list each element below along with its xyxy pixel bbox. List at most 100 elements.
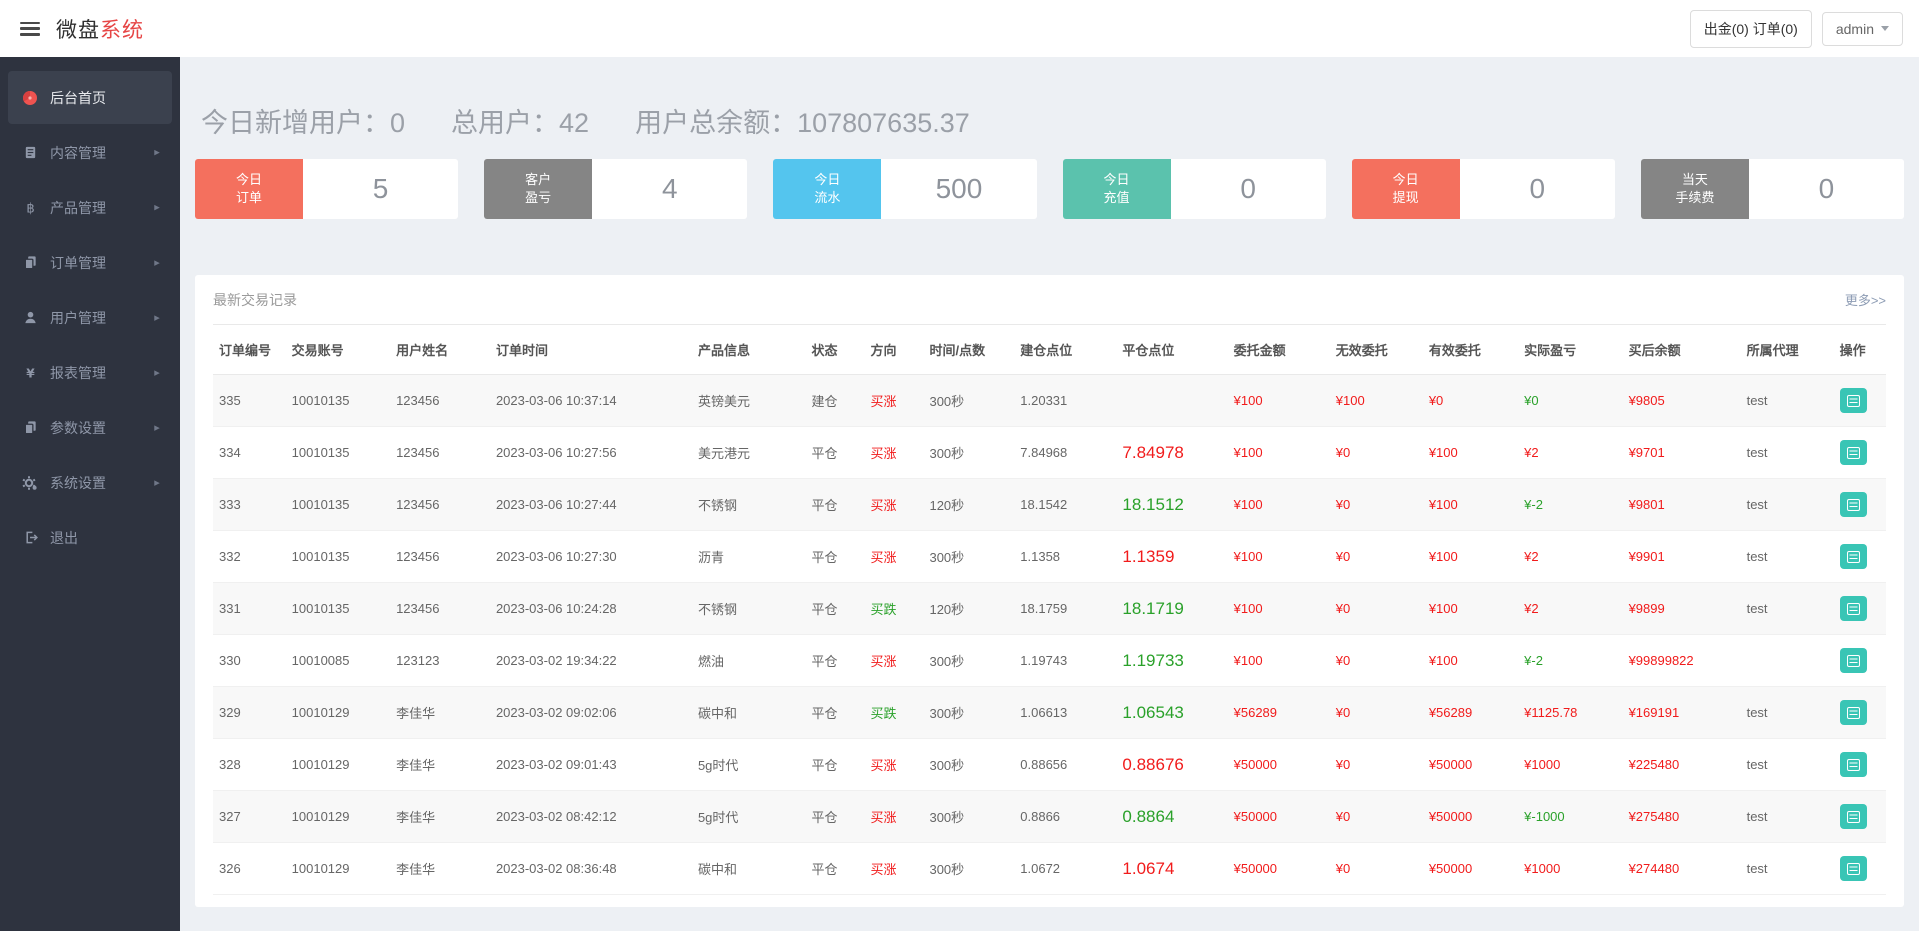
table-row: 32610010129李佳华2023-03-02 08:36:48碳中和平仓买涨… <box>213 843 1886 895</box>
yen-icon: ¥ <box>20 365 40 381</box>
cell-product: 5g时代 <box>692 739 805 791</box>
cell-open_point: 1.06613 <box>1014 687 1116 739</box>
cell-open_point: 18.1542 <box>1014 479 1116 531</box>
stat-total-users: 总用户：42 <box>451 101 589 140</box>
cell-product: 燃油 <box>692 635 805 687</box>
cell-close_point: 1.06543 <box>1116 687 1227 739</box>
row-detail-button[interactable] <box>1840 700 1867 725</box>
row-detail-button[interactable] <box>1840 804 1867 829</box>
cell-agent: test <box>1741 479 1834 531</box>
table-row: 330100100851231232023-03-02 19:34:22燃油平仓… <box>213 635 1886 687</box>
row-detail-button[interactable] <box>1840 752 1867 777</box>
sidebar-item-orders[interactable]: 订单管理▶ <box>8 236 172 289</box>
cell-amount: ¥56289 <box>1228 687 1330 739</box>
cell-account: 10010129 <box>286 791 390 843</box>
sidebar-item-logout[interactable]: 退出 <box>8 511 172 564</box>
cell-balance: ¥274480 <box>1623 843 1741 895</box>
stat-cards: 今日订单5客户盈亏4今日流水500今日充值0今日提现0当天手续费0 <box>195 159 1904 219</box>
table-header-row: 订单编号交易账号用户姓名订单时间产品信息状态方向时间/点数建仓点位平仓点位委托金… <box>213 325 1886 375</box>
column-header-order_id: 订单编号 <box>213 325 286 375</box>
sidebar-item-gear[interactable]: 系统设置▶ <box>8 456 172 509</box>
row-detail-button[interactable] <box>1840 856 1867 881</box>
cell-balance: ¥9701 <box>1623 427 1741 479</box>
sidebar-item-user[interactable]: 用户管理▶ <box>8 291 172 344</box>
cell-product: 沥青 <box>692 531 805 583</box>
stat-card: 今日流水500 <box>773 159 1036 219</box>
cell-close_point: 1.1359 <box>1116 531 1227 583</box>
stat-card-label: 当天手续费 <box>1641 159 1749 219</box>
stat-card: 今日充值0 <box>1063 159 1326 219</box>
stat-card-value: 4 <box>592 159 747 219</box>
topbar-right: 出金(0) 订单(0) admin <box>1690 10 1903 48</box>
row-detail-button[interactable] <box>1840 440 1867 465</box>
sidebar-item-label: 内容管理 <box>50 143 106 163</box>
cell-profit: ¥1125.78 <box>1518 687 1622 739</box>
chevron-right-icon: ▶ <box>154 423 160 431</box>
cell-username: 123456 <box>390 427 490 479</box>
cell-username: 123123 <box>390 635 490 687</box>
topbar: 微盘系统 出金(0) 订单(0) admin <box>0 0 1919 57</box>
chevron-right-icon: ▶ <box>154 148 160 156</box>
trades-table: 订单编号交易账号用户姓名订单时间产品信息状态方向时间/点数建仓点位平仓点位委托金… <box>213 324 1886 895</box>
table-row: 333100101351234562023-03-06 10:27:44不锈钢平… <box>213 479 1886 531</box>
chevron-right-icon: ▶ <box>154 313 160 321</box>
cell-username: 123456 <box>390 479 490 531</box>
cell-username: 123456 <box>390 531 490 583</box>
cell-status: 平仓 <box>805 479 864 531</box>
more-link[interactable]: 更多>> <box>1845 290 1886 309</box>
cell-account: 10010135 <box>286 531 390 583</box>
column-header-agent: 所属代理 <box>1741 325 1834 375</box>
cell-status: 平仓 <box>805 583 864 635</box>
stat-card-label: 今日订单 <box>195 159 303 219</box>
column-header-product: 产品信息 <box>692 325 805 375</box>
sidebar-item-label: 订单管理 <box>50 253 106 273</box>
cell-invalid_amount: ¥0 <box>1330 427 1423 479</box>
stat-card-label: 今日充值 <box>1063 159 1171 219</box>
cell-profit: ¥1000 <box>1518 843 1622 895</box>
cell-open_point: 1.19743 <box>1014 635 1116 687</box>
column-header-profit: 实际盈亏 <box>1518 325 1622 375</box>
stat-card-value: 0 <box>1460 159 1615 219</box>
cell-direction: 买跌 <box>864 583 923 635</box>
cell-invalid_amount: ¥0 <box>1330 843 1423 895</box>
row-detail-button[interactable] <box>1840 492 1867 517</box>
stat-card-value: 0 <box>1171 159 1326 219</box>
admin-menu-button[interactable]: admin <box>1822 12 1903 46</box>
row-detail-button[interactable] <box>1840 648 1867 673</box>
cell-status: 平仓 <box>805 739 864 791</box>
cell-agent: test <box>1741 427 1834 479</box>
cell-amount: ¥100 <box>1228 427 1330 479</box>
cell-product: 美元港元 <box>692 427 805 479</box>
cell-order_time: 2023-03-02 08:36:48 <box>490 843 692 895</box>
sidebar-item-yen[interactable]: ¥报表管理▶ <box>8 346 172 399</box>
cell-agent: test <box>1741 687 1834 739</box>
cell-username: 李佳华 <box>390 843 490 895</box>
cell-order_id: 331 <box>213 583 286 635</box>
sidebar-item-content[interactable]: 内容管理 ▶ <box>8 126 172 179</box>
menu-toggle-icon[interactable] <box>20 22 40 36</box>
cell-order_id: 329 <box>213 687 286 739</box>
stat-card: 客户盈亏4 <box>484 159 747 219</box>
cell-action <box>1834 583 1886 635</box>
withdraw-orders-button[interactable]: 出金(0) 订单(0) <box>1690 10 1812 48</box>
cell-amount: ¥50000 <box>1228 739 1330 791</box>
main-content: 今日新增用户：0 总用户：42 用户总余额：107807635.37 今日订单5… <box>180 57 1919 931</box>
chevron-right-icon: ▶ <box>154 203 160 211</box>
row-detail-button[interactable] <box>1840 596 1867 621</box>
cell-agent: test <box>1741 739 1834 791</box>
table-row: 32710010129李佳华2023-03-02 08:42:125g时代平仓买… <box>213 791 1886 843</box>
cell-status: 平仓 <box>805 531 864 583</box>
cell-close_point: 1.0674 <box>1116 843 1227 895</box>
cell-close_point: 7.84978 <box>1116 427 1227 479</box>
cell-invalid_amount: ¥0 <box>1330 791 1423 843</box>
sidebar-item-bitcoin[interactable]: ฿产品管理▶ <box>8 181 172 234</box>
stat-today-new-users: 今日新增用户：0 <box>201 101 405 140</box>
cell-amount: ¥50000 <box>1228 791 1330 843</box>
row-detail-button[interactable] <box>1840 544 1867 569</box>
sidebar-item-params[interactable]: 参数设置▶ <box>8 401 172 454</box>
cell-order_id: 328 <box>213 739 286 791</box>
sidebar-item-dashboard[interactable]: 后台首页 <box>8 71 172 124</box>
cell-product: 碳中和 <box>692 687 805 739</box>
row-detail-button[interactable] <box>1840 388 1867 413</box>
cell-invalid_amount: ¥100 <box>1330 375 1423 427</box>
